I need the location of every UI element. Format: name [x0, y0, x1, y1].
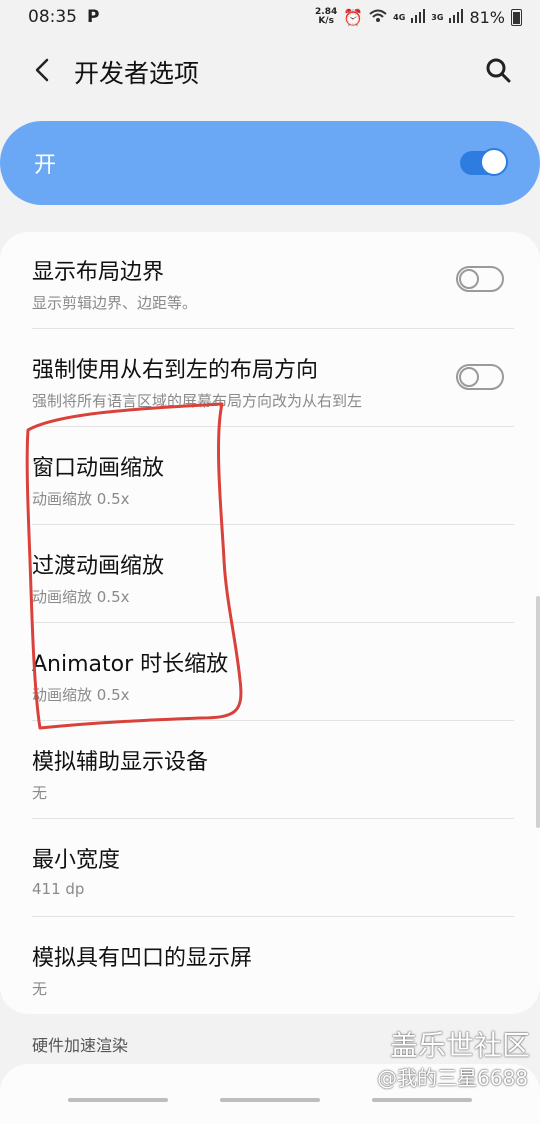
setting-show-layout-bounds[interactable]: 显示布局边界 显示剪辑边界、边距等。 — [32, 254, 514, 313]
search-icon — [486, 58, 511, 83]
setting-subtitle: 动画缩放 0.5x — [32, 686, 130, 704]
master-switch-bar[interactable]: 开 — [0, 121, 540, 205]
setting-subtitle: 显示剪辑边界、边距等。 — [32, 294, 198, 312]
setting-subtitle: 动画缩放 0.5x — [32, 588, 130, 606]
section-header-hw-accel: 硬件加速渲染 — [32, 1036, 129, 1055]
setting-transition-animation-scale[interactable]: 过渡动画缩放 动画缩放 0.5x — [32, 548, 514, 607]
parking-app-icon: P — [87, 7, 100, 27]
back-arrow-icon — [35, 58, 49, 82]
setting-title: 窗口动画缩放 — [32, 456, 165, 481]
setting-title: 模拟辅助显示设备 — [32, 750, 209, 775]
community-watermark: 盖乐世社区 — [389, 1029, 530, 1062]
setting-title: 过渡动画缩放 — [32, 554, 165, 579]
layout-bounds-toggle[interactable] — [456, 266, 504, 292]
divider — [32, 622, 514, 623]
divider — [32, 916, 514, 917]
switch-knob — [480, 148, 508, 176]
setting-subtitle: 无 — [32, 980, 48, 998]
setting-title: 强制使用从右到左的布局方向 — [32, 358, 319, 383]
setting-title: Animator 时长缩放 — [32, 652, 229, 677]
setting-smallest-width[interactable]: 最小宽度 411 dp — [32, 842, 514, 898]
setting-subtitle: 无 — [32, 784, 48, 802]
setting-title: 最小宽度 — [32, 848, 121, 873]
setting-title: 显示布局边界 — [32, 260, 165, 285]
status-bar: 08:35 P 2.84 K/s ⏰ 4G 3G 81% — [0, 0, 540, 34]
master-switch-label: 开 — [34, 153, 57, 178]
master-switch-toggle[interactable] — [460, 148, 508, 176]
back-button[interactable] — [24, 52, 60, 88]
page-title: 开发者选项 — [74, 59, 200, 88]
force-rtl-toggle[interactable] — [456, 364, 504, 390]
search-button[interactable] — [478, 50, 518, 90]
nav-hint-center — [220, 1098, 320, 1102]
setting-subtitle: 411 dp — [32, 880, 85, 898]
setting-title: 模拟具有凹口的显示屏 — [32, 946, 253, 971]
setting-subtitle: 强制将所有语言区域的屏幕布局方向改为从右到左 — [32, 392, 363, 410]
net-speed: 2.84 K/s — [315, 7, 338, 26]
wifi-icon — [369, 8, 387, 27]
nav-hint-left — [68, 1098, 168, 1102]
network-4g-label: 4G — [393, 12, 406, 22]
signal-icon-2 — [449, 8, 464, 27]
scroll-indicator[interactable] — [536, 596, 540, 828]
setting-simulate-secondary-display[interactable]: 模拟辅助显示设备 无 — [32, 744, 514, 803]
switch-knob — [459, 367, 479, 387]
battery-percent: 81% — [469, 7, 505, 27]
divider — [32, 720, 514, 721]
setting-simulate-notch-display[interactable]: 模拟具有凹口的显示屏 无 — [32, 940, 514, 999]
setting-window-animation-scale[interactable]: 窗口动画缩放 动画缩放 0.5x — [32, 450, 514, 509]
divider — [32, 818, 514, 819]
divider — [32, 426, 514, 427]
header: 开发者选项 — [0, 40, 540, 100]
divider — [32, 524, 514, 525]
switch-knob — [459, 269, 479, 289]
setting-subtitle: 动画缩放 0.5x — [32, 490, 130, 508]
battery-icon — [511, 8, 522, 26]
author-credit: @我的三星6688 — [377, 1066, 528, 1090]
nav-hint-right — [372, 1098, 472, 1102]
status-time: 08:35 — [28, 7, 77, 27]
signal-icon — [411, 8, 426, 27]
alarm-icon: ⏰ — [343, 7, 364, 27]
divider — [32, 328, 514, 329]
setting-animator-duration-scale[interactable]: Animator 时长缩放 动画缩放 0.5x — [32, 646, 514, 705]
network-3g-label: 3G — [431, 12, 444, 22]
setting-force-rtl[interactable]: 强制使用从右到左的布局方向 强制将所有语言区域的屏幕布局方向改为从右到左 — [32, 352, 514, 411]
settings-card: 显示布局边界 显示剪辑边界、边距等。 强制使用从右到左的布局方向 强制将所有语言… — [0, 232, 540, 1014]
